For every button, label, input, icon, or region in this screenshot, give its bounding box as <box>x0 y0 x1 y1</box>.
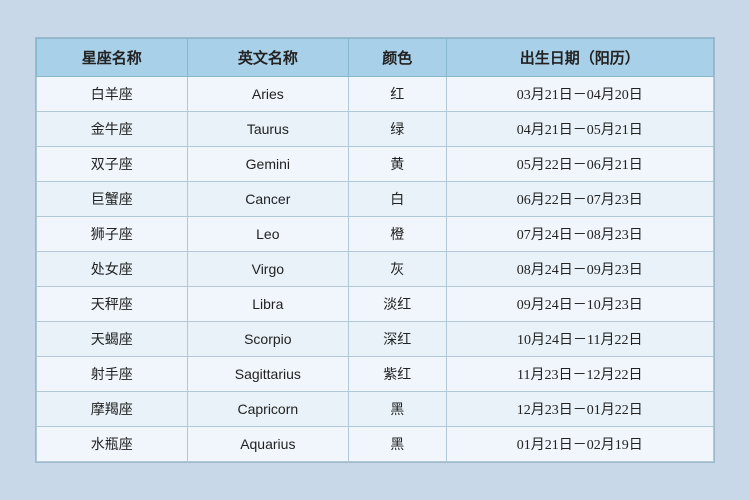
cell-english: Libra <box>187 287 348 322</box>
table-row: 狮子座Leo橙07月24日－08月23日 <box>37 217 714 252</box>
cell-color: 紫红 <box>349 357 446 392</box>
cell-color: 白 <box>349 182 446 217</box>
table-header-row: 星座名称 英文名称 颜色 出生日期（阳历） <box>37 39 714 77</box>
cell-english: Gemini <box>187 147 348 182</box>
col-header-dates: 出生日期（阳历） <box>446 39 713 77</box>
cell-english: Sagittarius <box>187 357 348 392</box>
cell-dates: 11月23日－12月22日 <box>446 357 713 392</box>
table-row: 处女座Virgo灰08月24日－09月23日 <box>37 252 714 287</box>
cell-chinese: 水瓶座 <box>37 427 188 462</box>
cell-chinese: 天秤座 <box>37 287 188 322</box>
cell-english: Scorpio <box>187 322 348 357</box>
cell-chinese: 双子座 <box>37 147 188 182</box>
cell-chinese: 白羊座 <box>37 77 188 112</box>
cell-dates: 10月24日－11月22日 <box>446 322 713 357</box>
cell-english: Virgo <box>187 252 348 287</box>
table-row: 白羊座Aries红03月21日－04月20日 <box>37 77 714 112</box>
zodiac-table-container: 星座名称 英文名称 颜色 出生日期（阳历） 白羊座Aries红03月21日－04… <box>35 37 715 463</box>
cell-dates: 12月23日－01月22日 <box>446 392 713 427</box>
cell-dates: 08月24日－09月23日 <box>446 252 713 287</box>
cell-english: Aquarius <box>187 427 348 462</box>
table-row: 摩羯座Capricorn黑12月23日－01月22日 <box>37 392 714 427</box>
cell-color: 深红 <box>349 322 446 357</box>
col-header-english: 英文名称 <box>187 39 348 77</box>
cell-dates: 07月24日－08月23日 <box>446 217 713 252</box>
cell-english: Capricorn <box>187 392 348 427</box>
col-header-chinese: 星座名称 <box>37 39 188 77</box>
table-row: 巨蟹座Cancer白06月22日－07月23日 <box>37 182 714 217</box>
cell-dates: 06月22日－07月23日 <box>446 182 713 217</box>
cell-color: 淡红 <box>349 287 446 322</box>
cell-chinese: 摩羯座 <box>37 392 188 427</box>
cell-english: Cancer <box>187 182 348 217</box>
cell-dates: 04月21日－05月21日 <box>446 112 713 147</box>
zodiac-table: 星座名称 英文名称 颜色 出生日期（阳历） 白羊座Aries红03月21日－04… <box>36 38 714 462</box>
cell-chinese: 射手座 <box>37 357 188 392</box>
cell-color: 灰 <box>349 252 446 287</box>
table-body: 白羊座Aries红03月21日－04月20日金牛座Taurus绿04月21日－0… <box>37 77 714 462</box>
cell-chinese: 处女座 <box>37 252 188 287</box>
cell-dates: 09月24日－10月23日 <box>446 287 713 322</box>
cell-chinese: 狮子座 <box>37 217 188 252</box>
cell-color: 红 <box>349 77 446 112</box>
cell-english: Taurus <box>187 112 348 147</box>
cell-dates: 03月21日－04月20日 <box>446 77 713 112</box>
cell-dates: 01月21日－02月19日 <box>446 427 713 462</box>
col-header-color: 颜色 <box>349 39 446 77</box>
table-row: 金牛座Taurus绿04月21日－05月21日 <box>37 112 714 147</box>
cell-chinese: 巨蟹座 <box>37 182 188 217</box>
table-row: 天蝎座Scorpio深红10月24日－11月22日 <box>37 322 714 357</box>
cell-color: 橙 <box>349 217 446 252</box>
cell-chinese: 金牛座 <box>37 112 188 147</box>
table-row: 水瓶座Aquarius黑01月21日－02月19日 <box>37 427 714 462</box>
cell-english: Aries <box>187 77 348 112</box>
cell-color: 黄 <box>349 147 446 182</box>
table-row: 双子座Gemini黄05月22日－06月21日 <box>37 147 714 182</box>
cell-dates: 05月22日－06月21日 <box>446 147 713 182</box>
cell-color: 黑 <box>349 392 446 427</box>
cell-color: 绿 <box>349 112 446 147</box>
table-row: 天秤座Libra淡红09月24日－10月23日 <box>37 287 714 322</box>
table-row: 射手座Sagittarius紫红11月23日－12月22日 <box>37 357 714 392</box>
cell-chinese: 天蝎座 <box>37 322 188 357</box>
cell-color: 黑 <box>349 427 446 462</box>
cell-english: Leo <box>187 217 348 252</box>
